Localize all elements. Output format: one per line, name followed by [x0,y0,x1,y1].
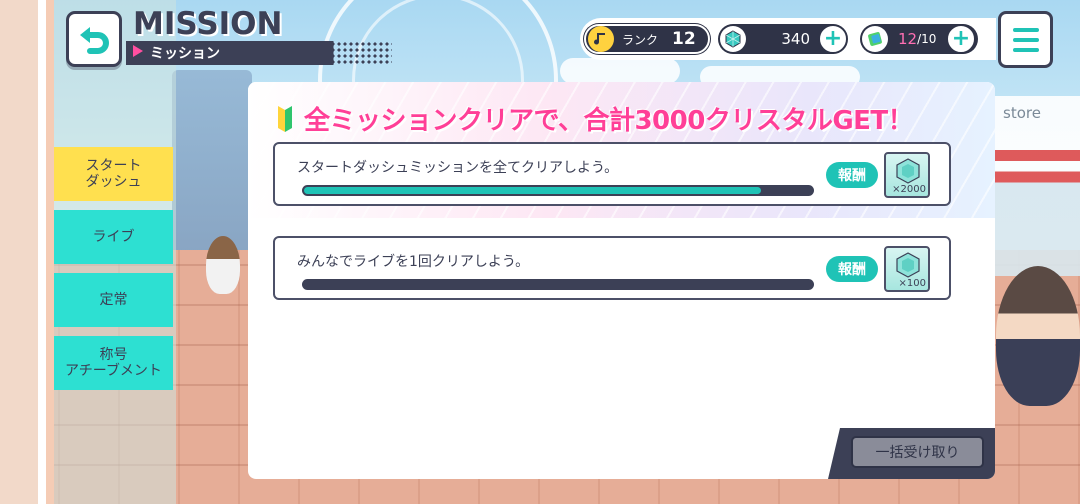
mission-description: スタートダッシュミッションを全てクリアしよう。 [297,160,619,176]
back-arrow-icon [80,27,109,54]
add-crystals-button[interactable]: + [818,24,848,54]
tab-label-line2: アチーブメント [65,363,162,379]
tab-label: ライブ [92,228,135,245]
plus-icon: + [823,26,843,51]
tab-label-line1: スタート [85,157,142,174]
hamburger-line [1012,27,1039,32]
mission-progress-bar [302,279,814,290]
castle [172,70,252,270]
tab-live[interactable]: ライブ [54,210,173,264]
reward-button[interactable]: 報酬 [826,162,878,188]
mission-panel: 全ミッションクリアで、合計3000クリスタルGET！ スタートダッシュミッション… [248,82,995,479]
chibi-character-right [996,266,1080,406]
progress-fill [304,187,762,194]
left-edge-decoration [0,0,54,504]
mission-description: みんなでライブを1回クリアしよう。 [297,254,530,270]
reward-quantity: ×2000 [892,184,926,195]
plus-icon: + [951,26,971,51]
tab-achievement[interactable]: 称号 アチーブメント [54,336,173,390]
tab-label: 定常 [99,291,128,308]
reward-quantity: ×100 [898,278,926,289]
mission-progress-bar [302,185,814,196]
ticket-max: /10 [917,32,937,46]
music-note-icon [588,26,614,52]
back-button[interactable] [66,11,122,67]
hamburger-line [1012,47,1039,52]
banner-headline: 全ミッションクリアで、合計3000クリスタルGET！ [304,106,914,136]
reward-item[interactable]: ×100 [884,246,930,292]
tab-label-line2: ダッシュ [85,174,142,190]
tab-regular[interactable]: 定常 [54,273,173,327]
chibi-character-left [206,236,240,294]
reward-button[interactable]: 報酬 [826,256,878,282]
reward-item[interactable]: ×2000 [884,152,930,198]
beginner-mark-icon [278,106,292,132]
tab-start-dash[interactable]: スタート ダッシュ [54,147,173,201]
crystal-icon [896,252,920,278]
ticket-count: 12 [898,30,918,48]
menu-button[interactable] [998,11,1053,68]
subtitle-dots-decoration [330,41,392,65]
rank-label: ランク [622,32,659,47]
page-title: MISSION [133,6,283,42]
crystal-icon [720,26,746,52]
mission-row: スタートダッシュミッションを全てクリアしよう。 報酬 ×2000 [273,142,951,206]
add-tickets-button[interactable]: + [946,24,976,54]
rank-display: ランク 12 [584,24,710,54]
mission-row: みんなでライブを1回クリアしよう。 報酬 ×100 [273,236,951,300]
cloud [560,58,680,84]
store-sign: store [1003,104,1041,122]
claim-all-button[interactable]: 一括受け取り [851,436,984,468]
crystal-count: 340 [781,30,810,48]
hamburger-line [1012,37,1039,42]
crystal-icon [896,158,920,184]
rank-value: 12 [672,29,696,49]
tab-label-line1: 称号 [99,346,128,363]
pink-triangle-icon [133,45,143,57]
page-subtitle: ミッション [150,46,220,62]
store-building [995,96,1080,276]
ticket-icon [862,26,888,52]
